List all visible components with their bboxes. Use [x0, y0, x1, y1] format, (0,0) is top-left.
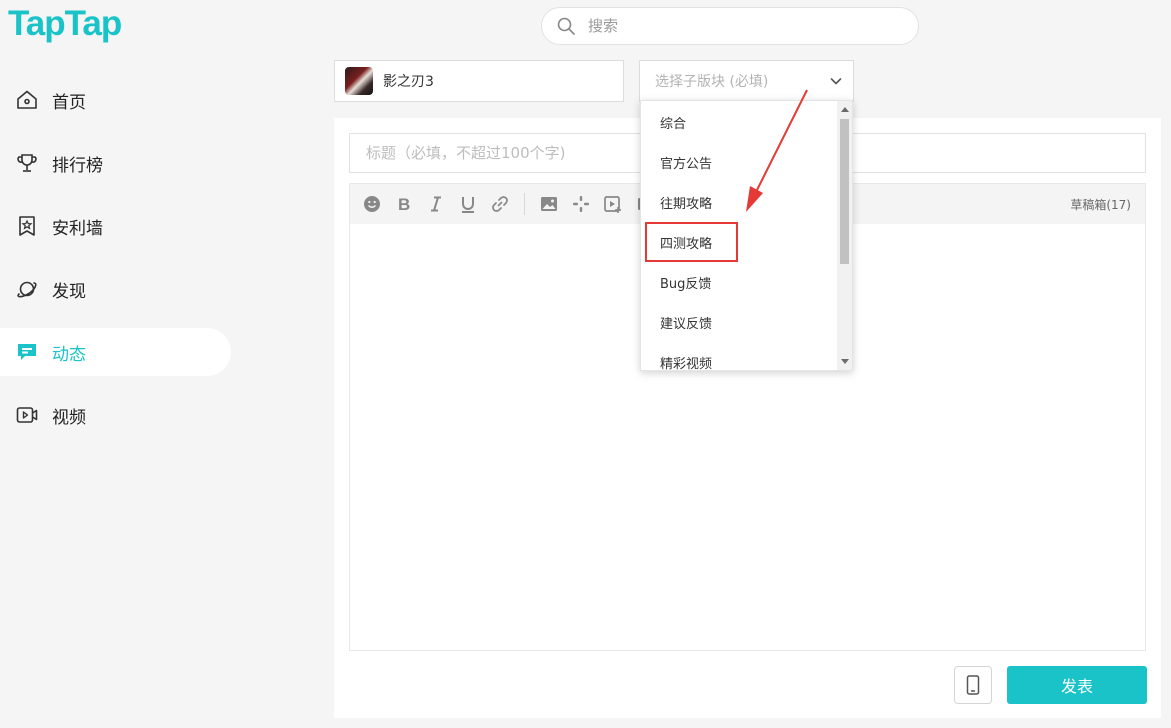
phone-icon — [966, 675, 980, 695]
publish-button[interactable]: 发表 — [1007, 666, 1147, 704]
chat-bubble-icon — [15, 340, 39, 364]
sidebar-item-label: 首页 — [52, 92, 86, 113]
game-icon[interactable] — [571, 194, 591, 214]
sidebar-item-label: 发现 — [52, 281, 86, 302]
video-insert-icon[interactable] — [603, 194, 623, 214]
sidebar-item-label: 安利墙 — [52, 218, 103, 239]
underline-icon[interactable] — [458, 194, 478, 214]
dropdown-list: 综合 官方公告 往期攻略 四测攻略 Bug反馈 建议反馈 精彩视频 — [641, 101, 837, 371]
scroll-up-icon[interactable] — [841, 107, 849, 112]
game-name: 影之刃3 — [383, 74, 434, 90]
image-icon[interactable] — [539, 194, 559, 214]
bookmark-star-icon — [15, 214, 39, 238]
planet-icon — [15, 277, 39, 301]
search-icon — [556, 16, 576, 36]
sidebar-item-moments[interactable]: 动态 — [0, 328, 231, 376]
game-selector[interactable]: 影之刃3 — [334, 60, 624, 102]
scroll-thumb[interactable] — [840, 119, 849, 264]
sidebar-item-label: 视频 — [52, 407, 86, 428]
video-icon — [15, 403, 39, 427]
sidebar-item-video[interactable]: 视频 — [0, 391, 231, 439]
dropdown-option[interactable]: 综合 — [641, 102, 837, 142]
trophy-icon — [15, 151, 39, 175]
search-bar[interactable] — [541, 7, 919, 45]
dropdown-option[interactable]: Bug反馈 — [641, 262, 837, 302]
sidebar-item-recommend-wall[interactable]: 安利墙 — [0, 202, 231, 250]
dropdown-scrollbar[interactable] — [837, 101, 852, 370]
sidebar-item-label: 动态 — [52, 344, 86, 365]
drafts-link[interactable]: 草稿箱(17) — [1070, 196, 1131, 213]
sidebar-nav: 首页 排行榜 安利墙 发现 动态 视频 — [0, 76, 232, 454]
mobile-preview-button[interactable] — [954, 666, 992, 704]
sidebar-item-label: 排行榜 — [52, 155, 103, 176]
emoji-icon[interactable] — [362, 194, 382, 214]
link-icon[interactable] — [490, 194, 510, 214]
logo[interactable]: TapTap — [8, 4, 122, 44]
sidebar-item-discover[interactable]: 发现 — [0, 265, 231, 313]
subforum-dropdown: 综合 官方公告 往期攻略 四测攻略 Bug反馈 建议反馈 精彩视频 — [640, 100, 853, 371]
subforum-placeholder: 选择子版块 (必填) — [655, 74, 769, 90]
bold-icon[interactable]: B — [394, 194, 414, 214]
italic-icon[interactable] — [426, 194, 446, 214]
dropdown-option[interactable]: 往期攻略 — [641, 182, 837, 222]
game-thumbnail — [345, 67, 373, 95]
dropdown-option[interactable]: 精彩视频 — [641, 342, 837, 371]
sidebar-item-rankings[interactable]: 排行榜 — [0, 139, 231, 187]
sidebar-item-home[interactable]: 首页 — [0, 76, 231, 124]
dropdown-option-highlighted[interactable]: 四测攻略 — [641, 222, 837, 262]
toolbar-divider — [524, 193, 525, 215]
dropdown-option[interactable]: 建议反馈 — [641, 302, 837, 342]
home-icon — [15, 88, 39, 112]
subforum-select[interactable]: 选择子版块 (必填) — [639, 60, 854, 102]
dropdown-option[interactable]: 官方公告 — [641, 142, 837, 182]
chevron-down-icon — [829, 74, 843, 88]
scroll-down-icon[interactable] — [841, 359, 849, 364]
search-input[interactable] — [586, 16, 890, 36]
svg-text:B: B — [398, 195, 410, 214]
